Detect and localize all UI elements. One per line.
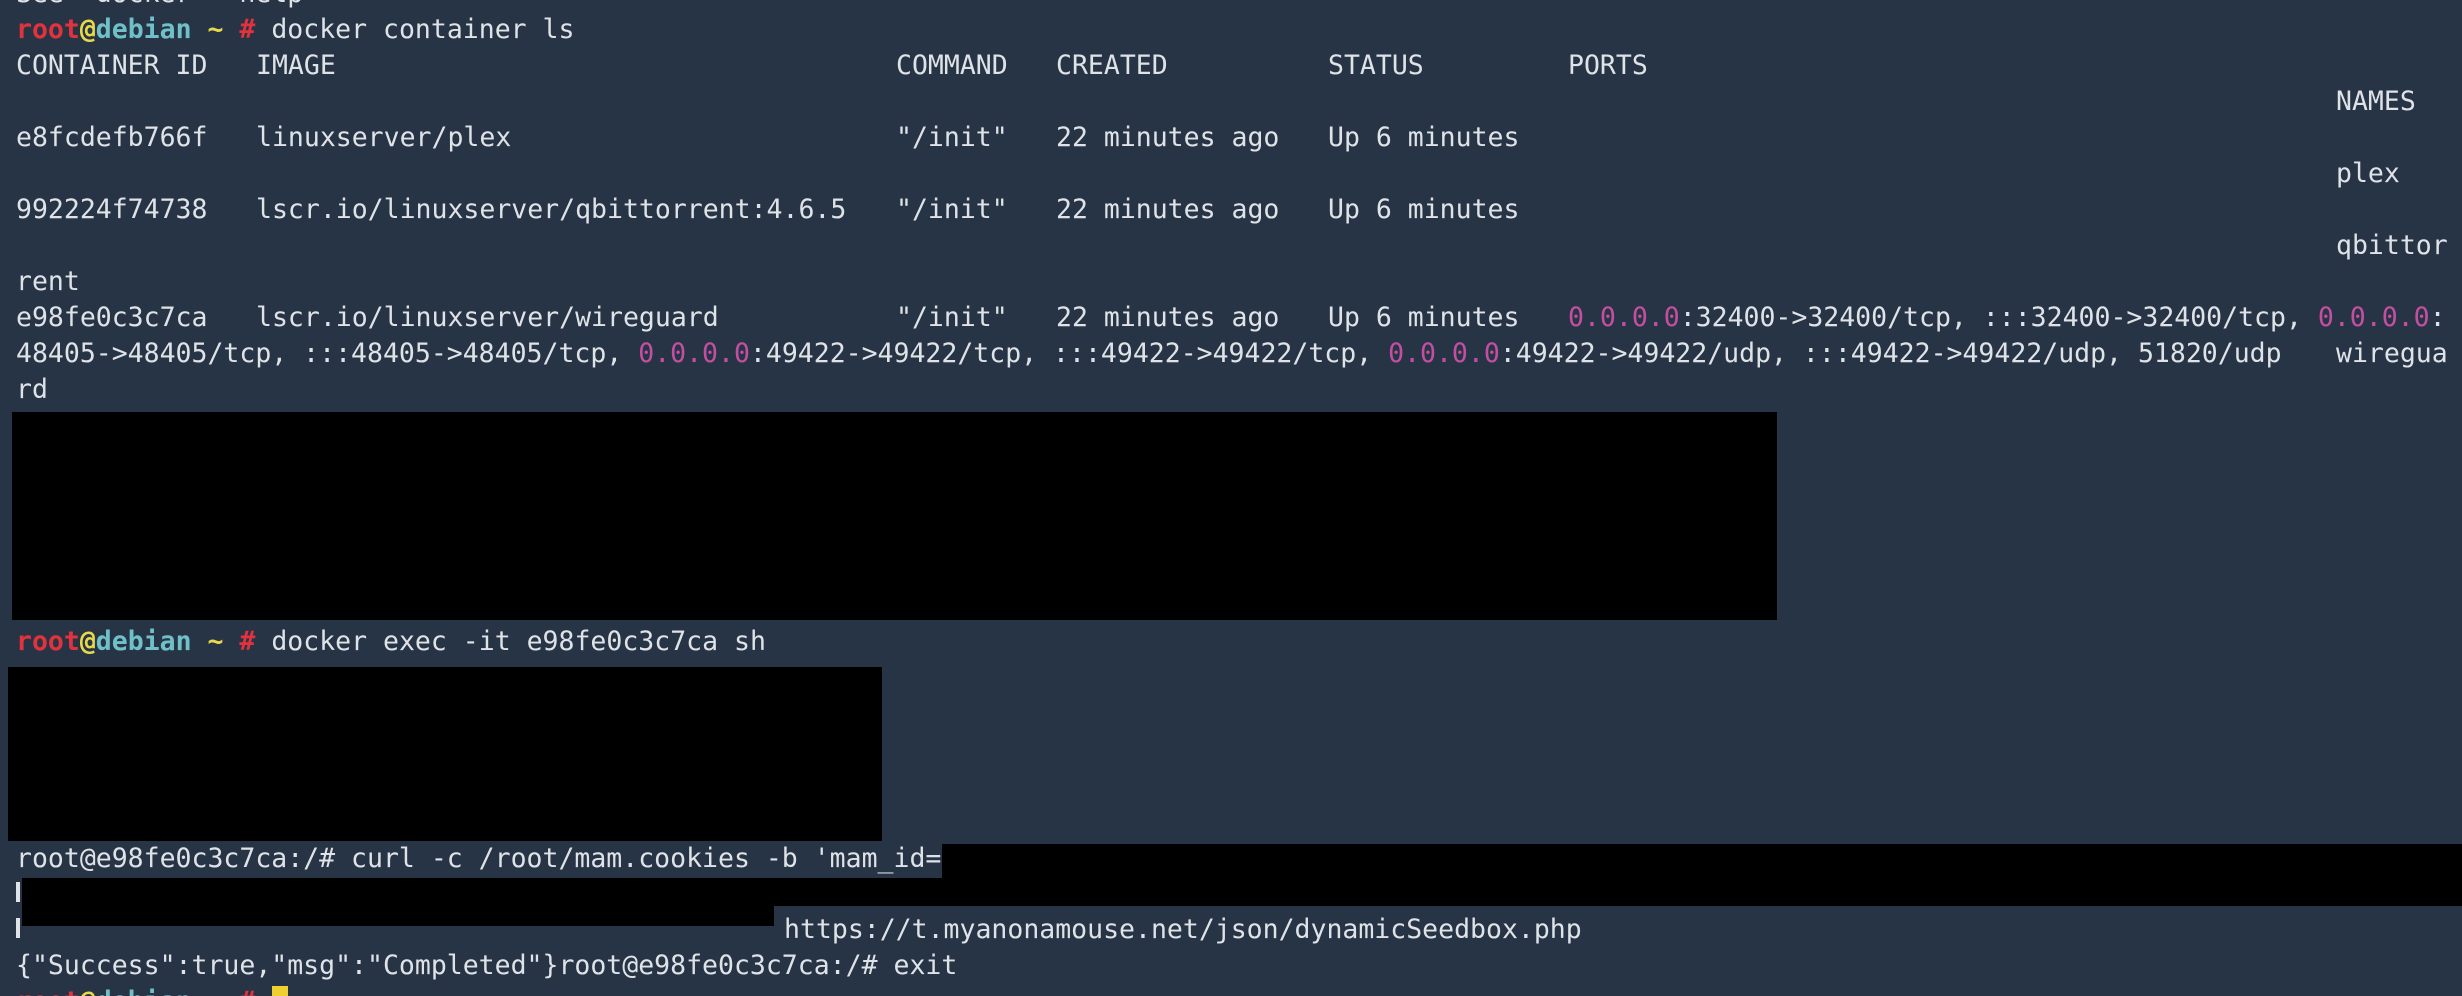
container-name-wrap: rd: [16, 374, 48, 405]
redacted-region: [12, 412, 1777, 620]
prompt-user: root: [16, 986, 80, 996]
prompt-at: @: [79, 626, 96, 657]
container-created: 22 minutes ago: [1056, 194, 1280, 225]
command-text: docker container ls: [255, 14, 575, 45]
prompt-hash: #: [239, 626, 256, 657]
redacted-region: [8, 667, 882, 841]
ip-address: 0.0.0.0: [2317, 302, 2430, 333]
ports-text: :: [2429, 302, 2446, 333]
prompt-hash: #: [239, 986, 255, 996]
terminal-cursor: [272, 986, 288, 996]
header-command: COMMAND: [896, 50, 1008, 81]
container-image: linuxserver/plex: [256, 122, 512, 153]
prompt-dir: ~: [192, 986, 240, 996]
ports-text: 48405->48405/tcp, :::48405->48405/tcp,: [16, 338, 639, 369]
container-name: plex: [2336, 158, 2400, 189]
prompt-line-partial: root@debian ~ #: [16, 984, 255, 996]
container-status: Up 6 minutes: [1328, 302, 1520, 333]
prompt-line-docker-exec: root@debian ~ # docker exec -it e98fe0c3…: [16, 624, 766, 660]
container-name: qbittor: [2336, 230, 2448, 261]
container-status: Up 6 minutes: [1328, 194, 1520, 225]
container-created: 22 minutes ago: [1056, 302, 1280, 333]
curl-url: https://t.myanonamouse.net/json/dynamicS…: [784, 914, 1582, 945]
prompt-user: root: [16, 14, 80, 45]
ports-text: :49422->49422/udp, :::49422->49422/udp, …: [1499, 338, 2282, 369]
curl-result-line: {"Success":true,"msg":"Completed"}root@e…: [16, 950, 958, 981]
prompt-host: debian: [96, 986, 192, 996]
prompt-dir: ~: [191, 626, 240, 657]
redacted-region: [22, 878, 774, 926]
container-command: "/init": [896, 122, 1008, 153]
container-ports-line1: 0.0.0.0:32400->32400/tcp, :::32400->3240…: [1568, 300, 2446, 336]
prompt-host: debian: [95, 14, 192, 45]
curl-command-line: root@e98fe0c3c7ca:/# curl -c /root/mam.c…: [16, 843, 942, 874]
container-ports-line2: 48405->48405/tcp, :::48405->48405/tcp, 0…: [16, 336, 2282, 372]
prompt-user: root: [16, 626, 80, 657]
header-container-id: CONTAINER ID: [16, 50, 208, 81]
container-name: wiregua: [2336, 338, 2448, 369]
container-status: Up 6 minutes: [1328, 122, 1520, 153]
prompt-line-docker-ls: root@debian ~ # docker container ls: [16, 12, 574, 48]
ip-address: 0.0.0.0: [638, 338, 750, 369]
container-image: lscr.io/linuxserver/qbittorrent:4.6.5: [256, 194, 847, 225]
redacted-region: [16, 918, 20, 938]
header-image: IMAGE: [256, 50, 336, 81]
container-id: 992224f74738: [16, 194, 208, 225]
container-command: "/init": [896, 302, 1008, 333]
ip-address: 0.0.0.0: [1568, 302, 1680, 333]
ip-address: 0.0.0.0: [1388, 338, 1500, 369]
container-id: e8fcdefb766f: [16, 122, 208, 153]
prompt-host: debian: [95, 626, 192, 657]
command-text: docker exec -it e98fe0c3c7ca sh: [255, 626, 766, 657]
header-status: STATUS: [1328, 50, 1424, 81]
header-names: NAMES: [2336, 86, 2416, 117]
container-created: 22 minutes ago: [1056, 122, 1280, 153]
redacted-region: [16, 882, 20, 902]
redacted-region: [774, 878, 2462, 906]
header-ports: PORTS: [1568, 50, 1648, 81]
previous-output-fragment: See 'docker --help': [16, 0, 319, 12]
prompt-dir: ~: [191, 14, 240, 45]
container-image: lscr.io/linuxserver/wireguard: [256, 302, 719, 333]
ports-text: :49422->49422/tcp, :::49422->49422/tcp,: [749, 338, 1389, 369]
prompt-at: @: [80, 986, 96, 996]
prompt-at: @: [79, 14, 96, 45]
prompt-hash: #: [239, 14, 256, 45]
container-name-wrap: rent: [16, 266, 80, 297]
header-created: CREATED: [1056, 50, 1168, 81]
ports-text: :32400->32400/tcp, :::32400->32400/tcp,: [1679, 302, 2318, 333]
container-command: "/init": [896, 194, 1008, 225]
container-id: e98fe0c3c7ca: [16, 302, 208, 333]
